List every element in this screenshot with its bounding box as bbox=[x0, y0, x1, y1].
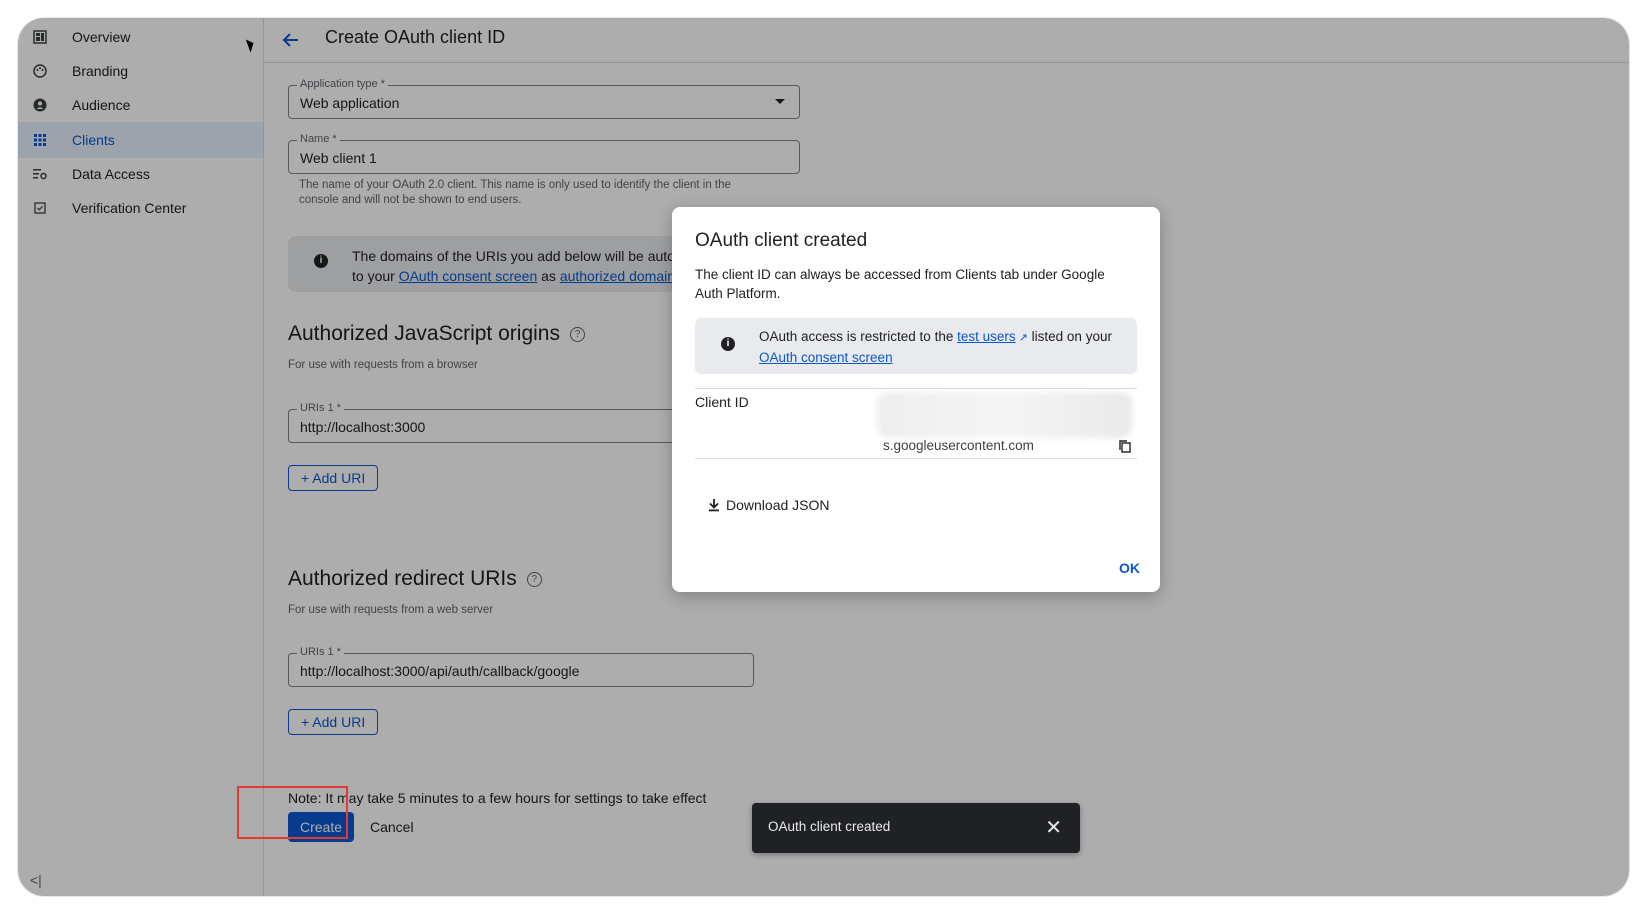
divider bbox=[695, 388, 1137, 389]
info-mid: listed on your bbox=[1027, 329, 1112, 344]
external-link-icon: ↗ bbox=[1015, 332, 1028, 344]
oauth-client-created-dialog: OAuth client created The client ID can a… bbox=[672, 207, 1160, 592]
app-window: Overview Branding Audience Clients Data … bbox=[18, 18, 1629, 896]
info-icon: i bbox=[721, 337, 735, 351]
test-users-info-box: i OAuth access is restricted to the test… bbox=[695, 318, 1137, 374]
client-id-value: s.googleusercontent.com bbox=[883, 438, 1034, 453]
ok-button[interactable]: OK bbox=[1119, 560, 1140, 576]
create-button-highlight bbox=[237, 786, 348, 839]
download-icon bbox=[709, 499, 719, 512]
oauth-consent-screen-link[interactable]: OAuth consent screen bbox=[759, 350, 893, 365]
test-users-link[interactable]: test users bbox=[957, 329, 1016, 344]
client-id-redacted bbox=[877, 392, 1132, 438]
divider bbox=[695, 458, 1137, 459]
close-icon[interactable]: ✕ bbox=[1045, 815, 1062, 840]
copy-icon[interactable] bbox=[1119, 440, 1131, 456]
download-json-label: Download JSON bbox=[726, 497, 830, 513]
snackbar-text: OAuth client created bbox=[768, 819, 891, 834]
snackbar: OAuth client created ✕ bbox=[752, 803, 1080, 853]
test-users-info-text: OAuth access is restricted to the test u… bbox=[759, 327, 1119, 367]
client-id-label: Client ID bbox=[695, 394, 749, 410]
dialog-title: OAuth client created bbox=[695, 230, 868, 251]
dialog-description: The client ID can always be accessed fro… bbox=[695, 267, 1105, 301]
info-prefix: OAuth access is restricted to the bbox=[759, 329, 958, 344]
download-json-button[interactable]: Download JSON bbox=[708, 497, 830, 513]
